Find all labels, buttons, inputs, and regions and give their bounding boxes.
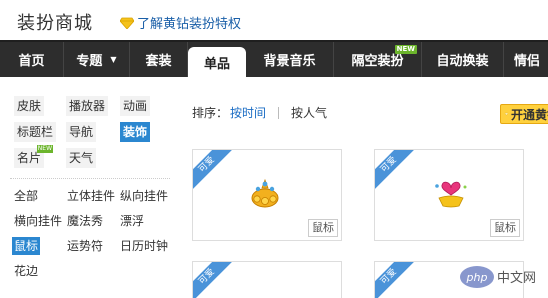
golden-crown-icon — [251, 178, 279, 208]
nav-tab-topics[interactable]: 专题 ▼ — [64, 42, 130, 77]
subcategory-3d-pendant[interactable]: 立体挂件 — [65, 187, 117, 205]
partial-icon — [427, 290, 457, 298]
item-card[interactable]: 可爱 鼠标 — [192, 149, 342, 241]
sidebar: 皮肤 播放器 动画 标题栏 导航 装饰 名片 NEW 天气 全部 立体挂件 纵向… — [0, 77, 178, 298]
cute-ribbon: 可爱 — [193, 262, 234, 298]
category-player[interactable]: 播放器 — [66, 96, 109, 116]
php-chinese-net-watermark-logo: php 中文网 — [460, 266, 536, 288]
nav-tab-label: 情侣 — [514, 54, 541, 69]
card-category-tag: 鼠标 — [308, 219, 338, 237]
subcategory-floating[interactable]: 漂浮 — [118, 212, 146, 230]
category-business-card[interactable]: 名片 NEW — [14, 145, 54, 168]
category-animation[interactable]: 动画 — [120, 96, 151, 116]
yellow-diamond-promo-link[interactable]: 了解黄钻装扮特权 — [120, 13, 241, 32]
nav-tab-label: 套装 — [145, 54, 172, 69]
heart-ingot-icon — [435, 181, 467, 208]
subcategory-mouse[interactable]: 鼠标 — [12, 237, 41, 255]
sidebar-divider — [10, 178, 170, 179]
subcategory-calendar-clock[interactable]: 日历时钟 — [118, 237, 170, 255]
svg-text:php: php — [466, 271, 488, 284]
nav-tab-label: 单品 — [203, 56, 230, 72]
nav-tab-label: 专题 — [76, 54, 103, 69]
site-title: 装扮商城 — [17, 13, 93, 34]
item-card[interactable]: 可爱 — [192, 261, 342, 298]
cute-ribbon: 可爱 — [375, 262, 416, 298]
nav-tab-label: 背景音乐 — [263, 54, 316, 69]
nav-tab-auto-outfit[interactable]: 自动换装 — [422, 42, 504, 77]
category-title-bar[interactable]: 标题栏 — [14, 122, 57, 142]
caret-down-icon[interactable]: ▼ — [110, 55, 116, 64]
subcategory-fortune-charm[interactable]: 运势符 — [65, 237, 105, 255]
nav-tab-background-music[interactable]: 背景音乐 — [246, 42, 334, 77]
cute-ribbon: 可爱 — [193, 150, 234, 192]
subcategory-horizontal-pendant[interactable]: 横向挂件 — [12, 212, 64, 230]
nav-tab-single-items[interactable]: 单品 — [188, 47, 246, 77]
category-decoration[interactable]: 装饰 — [120, 122, 151, 142]
subcategory-border[interactable]: 花边 — [12, 262, 40, 280]
header: 装扮商城 了解黄钻装扮特权 — [0, 0, 548, 40]
open-yellow-diamond-button[interactable]: 开通黄钻 — [500, 104, 548, 124]
svg-text:中文网: 中文网 — [497, 271, 536, 286]
sort-by-time-link[interactable]: 按时间 — [230, 104, 266, 121]
sort-by-popularity-link[interactable]: 按人气 — [291, 104, 327, 121]
card-category-tag: 鼠标 — [490, 219, 520, 237]
sort-separator — [278, 106, 280, 119]
subcategory-magic-show[interactable]: 魔法秀 — [65, 212, 105, 230]
yellow-diamond-icon — [120, 17, 134, 29]
partial-icon — [255, 292, 279, 298]
subcategory-vertical-pendant[interactable]: 纵向挂件 — [118, 187, 170, 205]
category-skin[interactable]: 皮肤 — [14, 96, 45, 116]
item-card[interactable]: 可爱 鼠标 — [374, 149, 524, 241]
new-badge: NEW — [36, 145, 54, 153]
cute-ribbon: 可爱 — [375, 150, 416, 192]
main-nav: 首页 专题 ▼ 套装 单品 背景音乐 隔空装扮 NEW 自动换装 情侣 — [0, 40, 548, 77]
new-badge: NEW — [394, 45, 417, 54]
category-weather[interactable]: 天气 — [66, 148, 97, 168]
yellow-diamond-icon — [505, 112, 508, 116]
nav-tab-label: 首页 — [18, 54, 45, 69]
open-button-label: 开通黄钻 — [510, 107, 548, 122]
sort-label: 排序： — [192, 106, 229, 120]
nav-tab-remote-decorate[interactable]: 隔空装扮 NEW — [334, 42, 422, 77]
subcategory-all[interactable]: 全部 — [12, 187, 40, 205]
nav-tab-couples[interactable]: 情侣 — [504, 42, 548, 77]
sort-bar: 排序： 按时间 按人气 — [192, 104, 327, 121]
category-navigation[interactable]: 导航 — [66, 122, 97, 142]
promo-link-text: 了解黄钻装扮特权 — [137, 17, 242, 32]
nav-tab-label: 自动换装 — [436, 54, 489, 69]
nav-tab-sets[interactable]: 套装 — [130, 42, 188, 77]
category-label: 名片 — [17, 151, 42, 165]
nav-tab-home[interactable]: 首页 — [0, 42, 64, 77]
